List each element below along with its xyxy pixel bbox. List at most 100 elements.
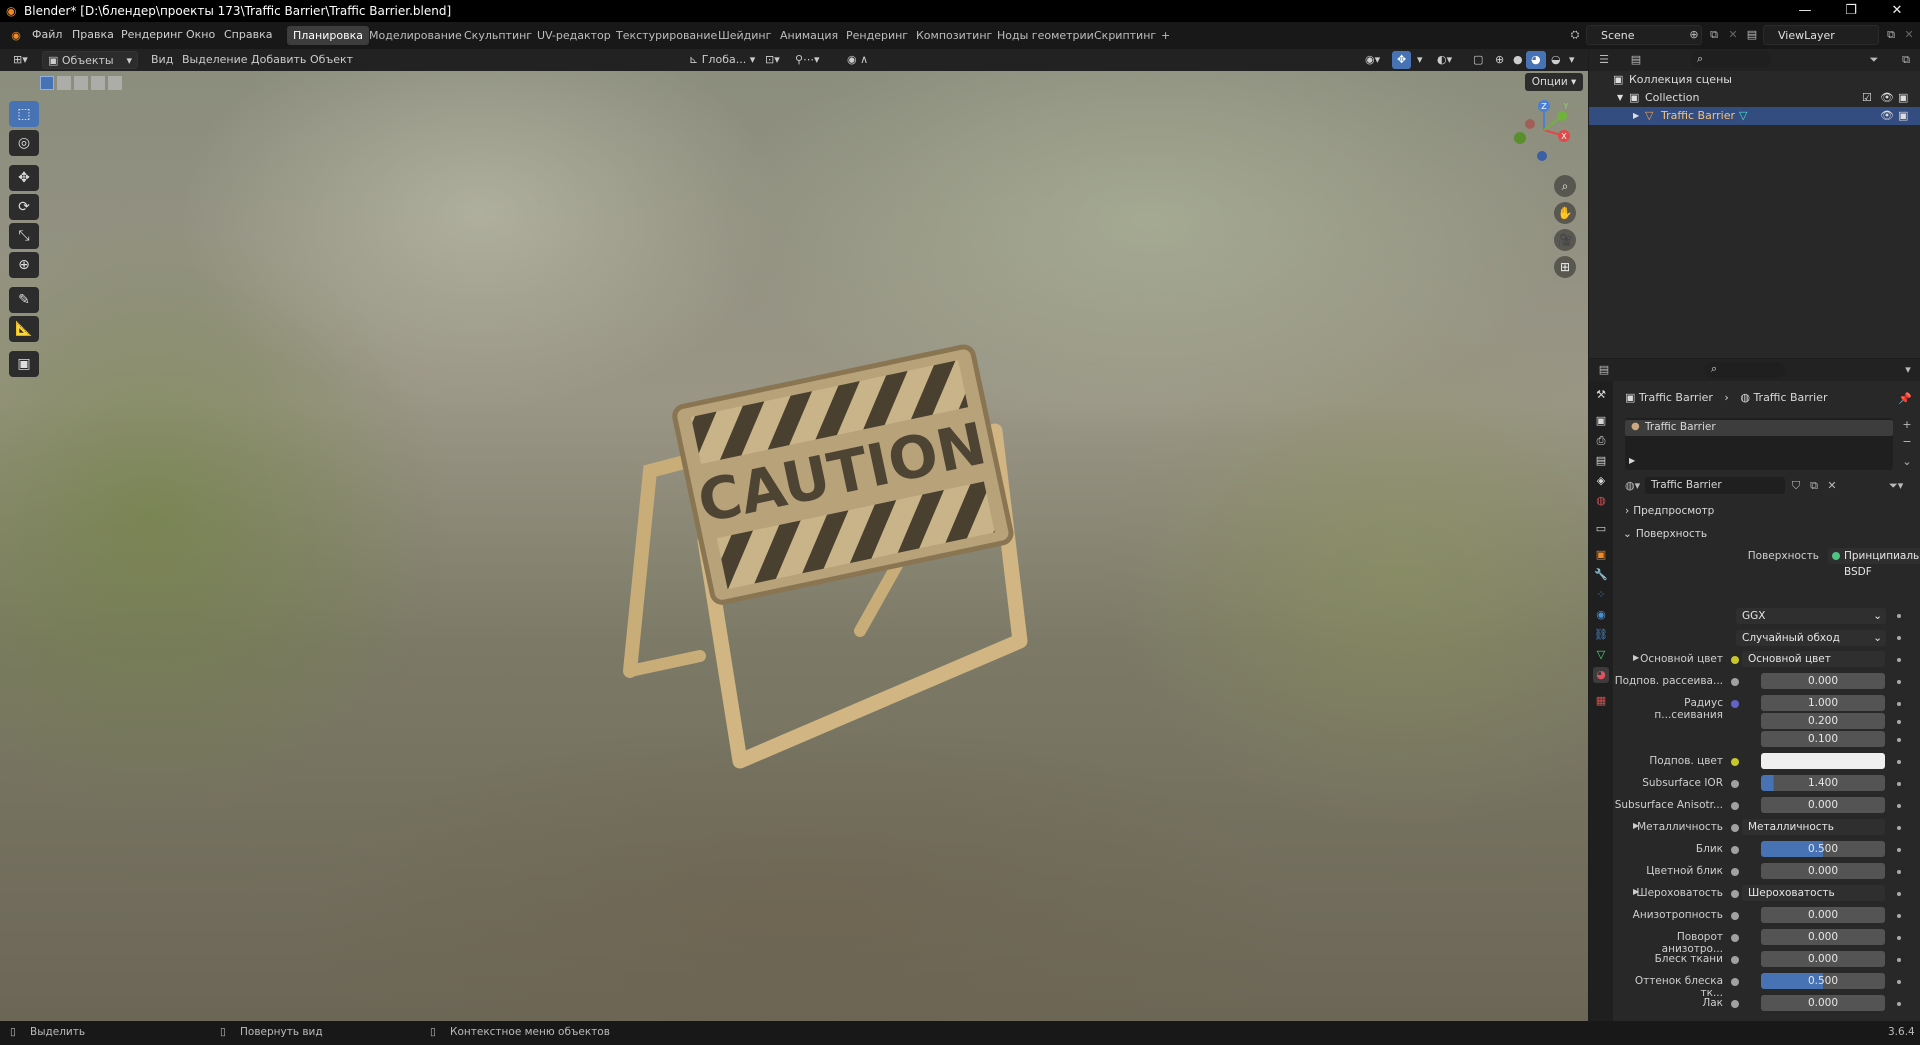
material-name-field[interactable]: Traffic Barrier xyxy=(1645,477,1785,494)
object-tab-icon[interactable]: ▣ xyxy=(1593,547,1609,563)
socket-dot-icon[interactable] xyxy=(1731,824,1739,832)
keyframe-dot-icon[interactable] xyxy=(1897,804,1901,808)
mode-dropdown[interactable]: ▣ Объекты ▾ xyxy=(42,51,138,69)
socket-dot-icon[interactable] xyxy=(1731,656,1739,664)
socket-dot-icon[interactable] xyxy=(1731,912,1739,920)
fake-user-icon[interactable]: ⛉ xyxy=(1789,479,1803,493)
outliner-editor-type-icon[interactable]: ☰ xyxy=(1597,53,1611,67)
rotate-tool-icon[interactable]: ⟳ xyxy=(9,194,39,220)
editor-type-icon[interactable]: ⊞▾ xyxy=(8,51,33,69)
maximize-button[interactable]: ❐ xyxy=(1828,2,1874,20)
socket-dot-icon[interactable] xyxy=(1731,1000,1739,1008)
socket-dot-icon[interactable] xyxy=(1731,868,1739,876)
pin-icon[interactable]: 📌 xyxy=(1898,392,1912,406)
mesh-data-icon[interactable]: ▽ xyxy=(1739,107,1747,125)
bsdf-row-value-field[interactable]: Шероховатость xyxy=(1742,885,1885,901)
keyframe-dot-icon[interactable] xyxy=(1897,848,1901,852)
tool-tab-icon[interactable]: ⚒ xyxy=(1593,387,1609,403)
add-workspace-button[interactable]: + xyxy=(1155,26,1176,45)
add-cube-tool-icon[interactable]: ▣ xyxy=(9,351,39,377)
transform-orientation-dropdown[interactable]: ⊾ Глоба... ▾ xyxy=(684,51,760,69)
shading-dropdown-icon[interactable]: ▾ xyxy=(1564,51,1580,69)
expand-arrow-icon[interactable]: ▶ xyxy=(1629,456,1635,465)
expand-arrow-icon[interactable]: ▶ xyxy=(1633,107,1639,125)
workspace-tab-animation[interactable]: Анимация xyxy=(774,26,844,45)
constraints-tab-icon[interactable]: ⛓ xyxy=(1593,627,1609,643)
menu-file[interactable]: Файл xyxy=(32,28,62,41)
material-slot-row[interactable]: ● Traffic Barrier xyxy=(1625,420,1893,436)
menu-window[interactable]: Окно xyxy=(186,28,215,41)
scale-tool-icon[interactable]: ⤡ xyxy=(9,223,39,249)
keyframe-dot-icon[interactable] xyxy=(1897,1002,1901,1006)
minimize-button[interactable]: — xyxy=(1782,2,1828,20)
wireframe-shading-icon[interactable]: ⊕ xyxy=(1490,51,1509,69)
camera-icon[interactable]: ▣ xyxy=(1898,89,1908,107)
properties-search-input[interactable]: ⌕ xyxy=(1705,362,1785,378)
outliner-row-collection[interactable]: ▼ ▣ Collection ☑ 👁 ▣ xyxy=(1589,89,1920,107)
annotate-tool-icon[interactable]: ✎ xyxy=(9,287,39,313)
new-collection-icon[interactable]: ⧉ xyxy=(1899,53,1913,67)
rendered-shading-icon[interactable]: ◒ xyxy=(1546,51,1566,69)
bsdf-row-value-field[interactable]: 0.000 xyxy=(1761,929,1885,945)
view-layer-selector[interactable]: ViewLayer xyxy=(1763,25,1879,45)
workspace-tab-sculpting[interactable]: Скульптинг xyxy=(458,26,538,45)
world-tab-icon[interactable]: ◍ xyxy=(1593,493,1609,509)
select-extend-icon[interactable] xyxy=(57,76,71,90)
socket-dot-icon[interactable] xyxy=(1731,890,1739,898)
output-tab-icon[interactable]: ⎙ xyxy=(1593,433,1609,449)
socket-dot-icon[interactable] xyxy=(1731,978,1739,986)
transform-tool-icon[interactable]: ⊕ xyxy=(9,252,39,278)
keyframe-dot-icon[interactable] xyxy=(1897,826,1901,830)
menu-object[interactable]: Объект xyxy=(305,51,358,69)
options-dropdown[interactable]: Опции ▾ xyxy=(1525,73,1583,91)
navigation-gizmo[interactable]: Z X Y xyxy=(1500,96,1580,166)
preview-panel-header[interactable]: › Предпросмотр xyxy=(1617,502,1915,520)
gizmo-dropdown-icon[interactable]: ▾ xyxy=(1412,51,1428,69)
remove-slot-icon[interactable]: − xyxy=(1900,435,1914,449)
bsdf-row-value-field[interactable]: 0.100 xyxy=(1761,731,1885,747)
duplicate-material-icon[interactable]: ⧉ xyxy=(1807,479,1821,493)
camera-icon[interactable]: ▣ xyxy=(1898,107,1908,125)
camera-view-icon[interactable]: 🎥 xyxy=(1554,229,1576,251)
bsdf-row-value-field[interactable] xyxy=(1761,753,1885,769)
display-mode-icon[interactable]: ▤ xyxy=(1629,53,1643,67)
workspace-tab-texturing[interactable]: Текстурирование xyxy=(610,26,723,45)
bsdf-row-value-field[interactable]: 0.500 xyxy=(1761,973,1885,989)
zoom-icon[interactable]: ⌕ xyxy=(1554,175,1576,197)
keyframe-dot-icon[interactable] xyxy=(1897,958,1901,962)
workspace-tab-layout[interactable]: Планировка xyxy=(287,26,369,45)
slot-menu-icon[interactable]: ⌄ xyxy=(1900,455,1914,469)
keyframe-dot-icon[interactable] xyxy=(1897,636,1901,640)
eye-icon[interactable]: 👁 xyxy=(1880,89,1894,107)
material-preview-shading-icon[interactable]: ◕ xyxy=(1526,51,1546,69)
menu-select[interactable]: Выделение xyxy=(177,51,253,69)
bsdf-row-value-field[interactable]: 0.000 xyxy=(1761,863,1885,879)
cursor-tool-icon[interactable]: ◎ xyxy=(9,130,39,156)
bsdf-row-value-field[interactable]: 0.000 xyxy=(1761,951,1885,967)
bsdf-row-value-field[interactable]: 0.200 xyxy=(1761,713,1885,729)
delete-scene-icon[interactable]: ✕ xyxy=(1726,28,1740,42)
gizmo-toggle-icon[interactable]: ✥ xyxy=(1392,51,1412,69)
scene-tab-icon[interactable]: ◈ xyxy=(1593,473,1609,489)
socket-dot-icon[interactable] xyxy=(1731,678,1739,686)
delete-view-layer-icon[interactable]: ✕ xyxy=(1902,28,1916,42)
socket-dot-icon[interactable] xyxy=(1731,700,1739,708)
workspace-tab-uv[interactable]: UV-редактор xyxy=(531,26,617,45)
physics-tab-icon[interactable]: ◉ xyxy=(1593,607,1609,623)
socket-dot-icon[interactable] xyxy=(1731,846,1739,854)
surface-panel-header[interactable]: ⌄ Поверхность xyxy=(1617,525,1915,543)
workspace-tab-shading[interactable]: Шейдинг xyxy=(712,26,777,45)
keyframe-dot-icon[interactable] xyxy=(1897,936,1901,940)
traffic-barrier-model[interactable]: CAUTION xyxy=(600,331,1070,931)
browse-material-icon[interactable]: ◍▾ xyxy=(1625,479,1640,493)
new-scene-icon[interactable]: ⧉ xyxy=(1707,28,1721,42)
workspace-tab-scripting[interactable]: Скриптинг xyxy=(1088,26,1162,45)
view-layer-icon[interactable]: ▤ xyxy=(1745,28,1759,42)
socket-dot-icon[interactable] xyxy=(1731,956,1739,964)
menu-add[interactable]: Добавить xyxy=(246,51,311,69)
select-new-icon[interactable] xyxy=(40,76,54,90)
select-invert-icon[interactable] xyxy=(91,76,105,90)
add-slot-icon[interactable]: + xyxy=(1900,418,1914,432)
socket-dot-icon[interactable] xyxy=(1731,934,1739,942)
close-button[interactable]: ✕ xyxy=(1874,2,1920,20)
